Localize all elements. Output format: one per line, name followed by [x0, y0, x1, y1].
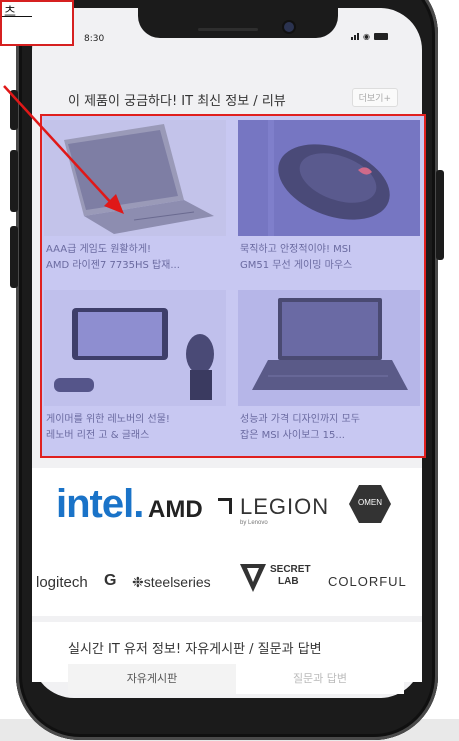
speaker-grille — [198, 28, 258, 31]
wifi-icon: ◉ — [363, 32, 370, 41]
card-caption: 게이머를 위한 레노버의 선물! 레노버 리전 고 & 글래스 — [46, 412, 224, 444]
gaming-laptop-thumbnail — [238, 290, 420, 406]
handheld-thumbnail — [44, 290, 226, 406]
review-card[interactable]: 묵직하고 안정적이야! MSI GM51 무선 게이밍 마우스 — [238, 120, 420, 286]
review-card[interactable]: AAA급 게임도 원활하게! AMD 라이젠7 7735HS 탑재... — [44, 120, 226, 286]
it-news-header: 이 제품이 궁금하다! IT 최신 정보 / 리뷰 더보기+ — [32, 86, 422, 112]
caption-line: AMD 라이젠7 7735HS 탑재... — [46, 260, 180, 271]
review-card[interactable]: 성능과 가격 디자인까지 모두 잡은 MSI 사이보그 15... — [238, 290, 420, 456]
more-button[interactable]: 더보기+ — [351, 88, 398, 107]
status-icons: ◉ — [351, 32, 388, 41]
card-caption: 성능과 가격 디자인까지 모두 잡은 MSI 사이보그 15... — [240, 412, 418, 444]
signal-icon — [351, 33, 360, 40]
laptop-thumbnail — [44, 120, 226, 236]
card-caption: AAA급 게임도 원활하게! AMD 라이젠7 7735HS 탑재... — [46, 242, 224, 274]
callout-text: 츠 — [4, 5, 16, 20]
battery-icon — [374, 33, 388, 40]
camera-icon — [284, 22, 294, 32]
phone-notch — [138, 8, 338, 38]
section-title: 이 제품이 궁금하다! IT 최신 정보 / 리뷰 — [68, 94, 286, 109]
mouse-thumbnail — [238, 120, 420, 236]
card-caption: 묵직하고 안정적이야! MSI GM51 무선 게이밍 마우스 — [240, 242, 418, 274]
callout-underline — [2, 16, 32, 17]
phone-side-button — [10, 226, 18, 288]
phone-side-button — [436, 170, 444, 260]
review-card[interactable]: 게이머를 위한 레노버의 선물! 레노버 리전 고 & 글래스 — [44, 290, 226, 456]
caption-line: 잡은 MSI 사이보그 15... — [240, 430, 345, 441]
caption-line: 묵직하고 안정적이야! MSI — [240, 244, 352, 255]
review-grid: AAA급 게임도 원활하게! AMD 라이젠7 7735HS 탑재... 묵직하… — [40, 114, 426, 458]
caption-line: 성능과 가격 디자인까지 모두 — [240, 414, 360, 425]
caption-line: 레노버 리전 고 & 글래스 — [46, 430, 150, 441]
caption-line: 게이머를 위한 레노버의 선물! — [46, 414, 170, 425]
phone-side-button — [10, 90, 18, 130]
caption-line: GM51 무선 게이밍 마우스 — [240, 260, 353, 271]
callout-box: 츠 — [0, 0, 74, 46]
phone-side-button — [10, 150, 18, 212]
status-time: 8:30 — [84, 34, 105, 44]
caption-line: AAA급 게임도 원활하게! — [46, 244, 152, 255]
